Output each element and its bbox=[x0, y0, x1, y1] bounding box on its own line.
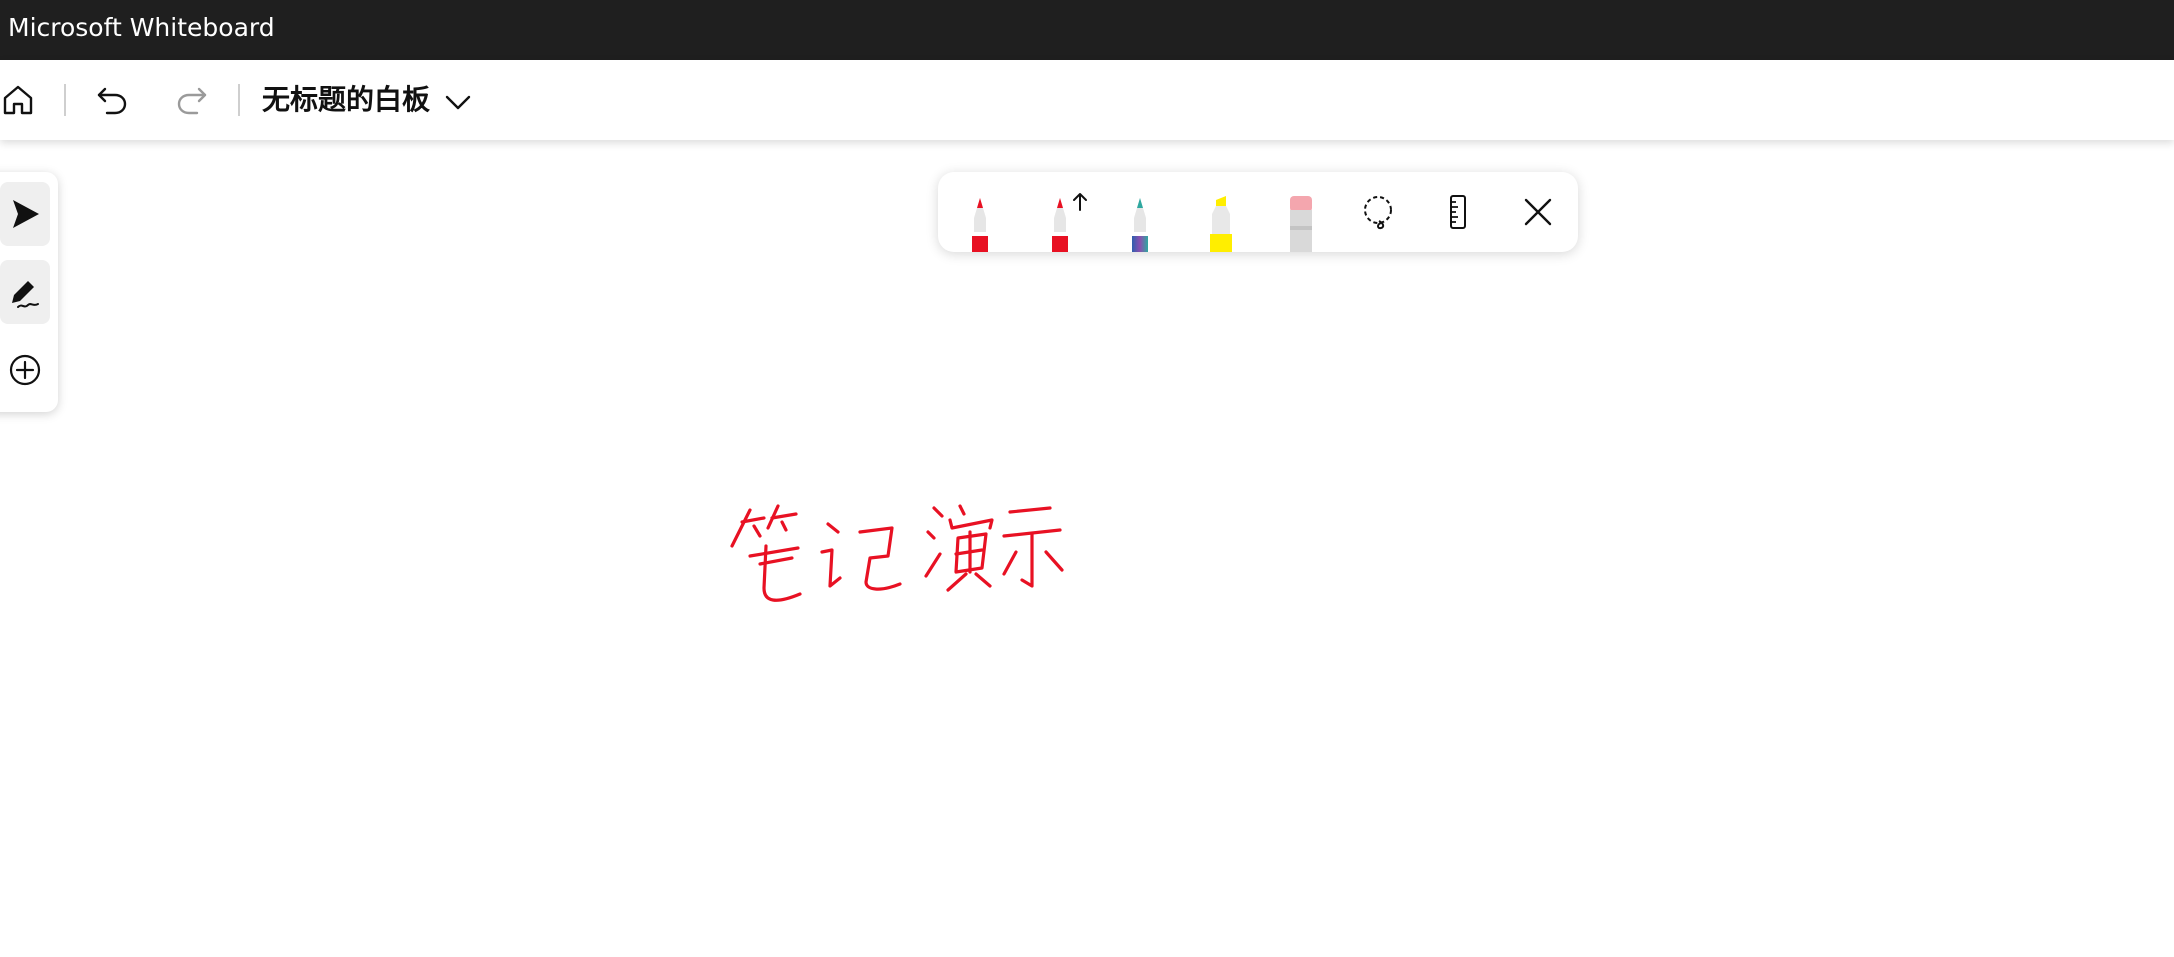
left-tool-rail bbox=[0, 172, 58, 412]
ruler-icon bbox=[1450, 195, 1466, 229]
lasso-select-button[interactable] bbox=[1354, 188, 1402, 236]
add-tool-button[interactable] bbox=[0, 338, 50, 402]
highlighter-icon bbox=[1210, 196, 1232, 252]
toolbar-divider bbox=[64, 84, 66, 116]
pointer-icon bbox=[13, 200, 39, 228]
pen-arrow-icon bbox=[1052, 193, 1087, 252]
close-icon bbox=[1524, 198, 1552, 226]
pen-icon bbox=[1132, 198, 1148, 252]
handwriting-ink[interactable] bbox=[720, 498, 1070, 618]
redo-button[interactable] bbox=[168, 76, 216, 124]
chevron-down-icon bbox=[445, 95, 471, 110]
close-ink-toolbar-button[interactable] bbox=[1514, 188, 1562, 236]
undo-button[interactable] bbox=[88, 76, 136, 124]
board-title-dropdown[interactable] bbox=[440, 84, 476, 120]
home-icon bbox=[3, 85, 33, 115]
ink-toolbar bbox=[938, 172, 1578, 252]
red-arrow-pen-button[interactable] bbox=[1036, 192, 1087, 252]
ink-tool-button[interactable] bbox=[0, 260, 50, 324]
ruler-button[interactable] bbox=[1434, 188, 1482, 236]
title-bar: Microsoft Whiteboard bbox=[0, 0, 2174, 60]
undo-icon bbox=[97, 87, 127, 115]
galaxy-pen-button[interactable] bbox=[1116, 192, 1164, 252]
pen-scribble-icon bbox=[12, 281, 39, 308]
whiteboard-canvas[interactable] bbox=[0, 140, 2174, 957]
redo-icon bbox=[177, 87, 207, 115]
yellow-highlighter-button[interactable] bbox=[1196, 192, 1244, 252]
top-toolbar: 无标题的白板 bbox=[0, 60, 2174, 140]
home-button[interactable] bbox=[0, 76, 42, 124]
lasso-icon bbox=[1364, 196, 1392, 230]
red-pen-button[interactable] bbox=[956, 192, 1004, 252]
pen-icon bbox=[972, 198, 988, 252]
board-title[interactable]: 无标题的白板 bbox=[262, 80, 430, 120]
toolbar-divider bbox=[238, 84, 240, 116]
plus-circle-icon bbox=[9, 354, 41, 386]
eraser-icon bbox=[1290, 196, 1312, 252]
app-title: Microsoft Whiteboard bbox=[8, 13, 275, 42]
eraser-button[interactable] bbox=[1276, 192, 1324, 252]
select-tool-button[interactable] bbox=[0, 182, 50, 246]
